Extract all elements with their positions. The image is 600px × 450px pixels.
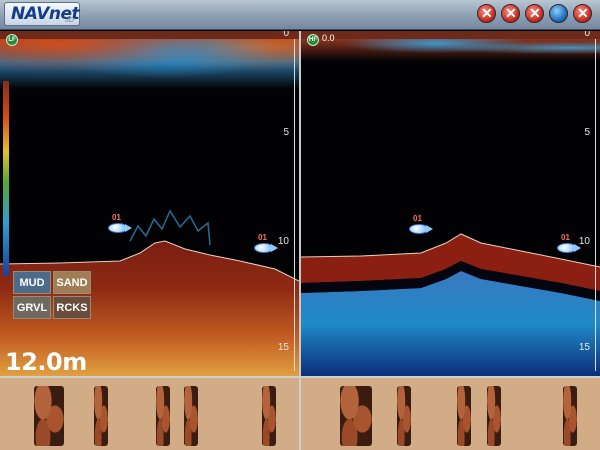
fish-symbol[interactable]: 01 [252,233,280,257]
depth-scale [595,39,596,371]
rock-segment [184,386,198,446]
fish-id: 01 [112,213,121,222]
scale-tick: 5 [283,127,289,138]
rock-segment [156,386,170,446]
red-x-icon[interactable]: ✕ [477,4,496,23]
lf-bottom-type-strip [0,378,299,450]
bottom-type-mud: MUD [13,271,51,294]
rock-segment [340,386,372,446]
lf-badge: LF [6,34,18,46]
hf-badge: HF [307,34,319,46]
rock-segment [563,386,577,446]
red-x-icon[interactable]: ✕ [525,4,544,23]
rock-segment [487,386,501,446]
fish-symbol[interactable]: 01 [407,214,435,238]
scale-tick: 0 [584,31,590,39]
rock-segment [34,386,64,446]
toolbar-icons: ✕ ✕ ✕ ✕ [477,4,592,23]
scale-tick: 15 [277,342,289,353]
bottom-discrimination-legend: MUD SAND GRVL RCKS [13,271,91,319]
top-bar: NAVnet 3D ✕ ✕ ✕ ✕ [0,0,600,30]
fish-id: 01 [561,233,570,242]
hf-value: 0.0 [322,33,335,43]
red-x-icon[interactable]: ✕ [501,4,520,23]
red-x-icon[interactable]: ✕ [573,4,592,23]
scale-tick: 0 [283,31,289,39]
fish-id: 01 [413,214,422,223]
scale-tick: 5 [584,127,590,138]
fish-symbol[interactable]: 01 [555,233,583,257]
rock-segment [94,386,108,446]
lf-echogram-panel[interactable]: LF 0 5 10 15 01 01 MUD SAND GRVL RCKS 12… [0,31,299,376]
logo-suffix: 3D [65,17,74,24]
hf-echogram-panel[interactable]: HF 0.0 0 5 10 15 01 01 [301,31,600,376]
depth-scale [294,39,295,371]
bottom-type-gravel: GRVL [13,296,51,319]
rock-segment [397,386,411,446]
scale-tick: 15 [578,342,590,353]
hf-bottom-type-strip [301,378,600,450]
bottom-type-rocks: RCKS [53,296,91,319]
blue-circle-icon[interactable] [549,4,568,23]
bottom-type-sand: SAND [53,271,91,294]
lf-seabed [0,209,299,376]
navnet-logo: NAVnet 3D [4,2,80,26]
fish-id: 01 [258,233,267,242]
color-scale-bar [3,81,9,276]
depth-readout: 12.0m [5,348,87,376]
hf-seabed [301,233,600,376]
fish-symbol[interactable]: 01 [106,213,134,237]
rock-segment [262,386,276,446]
rock-segment [457,386,471,446]
